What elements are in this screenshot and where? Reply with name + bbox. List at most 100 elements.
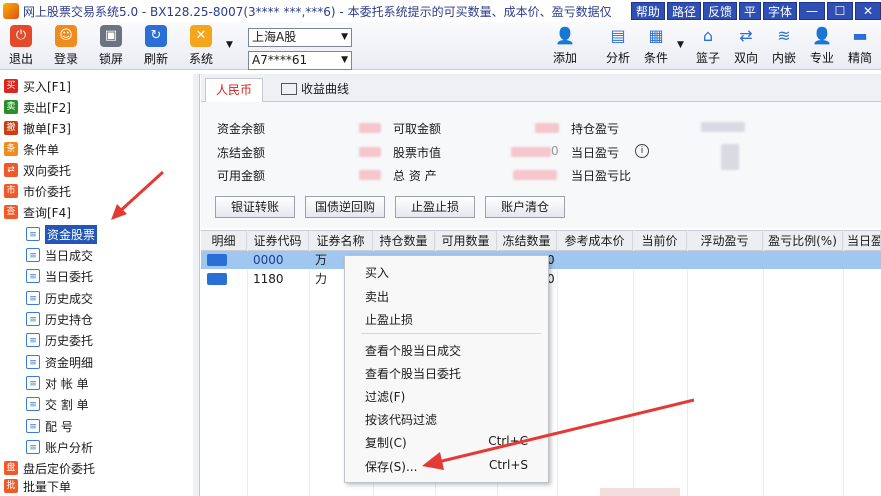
query-icon: 查 xyxy=(4,205,18,219)
col-qty[interactable]: 持仓数量 xyxy=(373,231,435,251)
menu-item-save[interactable]: 保存(S)... xyxy=(365,458,417,475)
label-available: 可用金额 xyxy=(217,169,266,183)
tree-item-buy[interactable]: 买 买入[F1] xyxy=(4,76,71,96)
condition-dropdown-icon[interactable]: ▼ xyxy=(677,40,684,50)
bank-transfer-button[interactable]: 银证转账 xyxy=(215,196,295,218)
menu-item-filter[interactable]: 过滤(F) xyxy=(365,388,405,405)
after-hours-icon: 盘 xyxy=(4,461,18,475)
col-detail[interactable]: 明细 xyxy=(201,231,247,251)
system-button[interactable]: ✕ 系统 xyxy=(184,25,218,67)
doc-icon: ≡ xyxy=(26,355,40,369)
tree-item-history-deals[interactable]: ≡ 历史成交 xyxy=(26,288,93,308)
font-button[interactable]: 字体 xyxy=(762,2,797,20)
close-button[interactable]: ✕ xyxy=(855,2,881,20)
chevron-down-icon: ▼ xyxy=(341,55,348,65)
menu-item-buy[interactable]: 买入 xyxy=(365,264,389,281)
maximize-button[interactable]: ☐ xyxy=(827,2,853,20)
add-user-icon: 👤 xyxy=(555,26,575,45)
market-select[interactable]: 上海A股 ▼ xyxy=(248,28,352,47)
refresh-icon: ↻ xyxy=(145,25,167,47)
tree-item-condition[interactable]: 条 条件单 xyxy=(4,139,59,159)
available-value xyxy=(359,170,381,180)
tree-item-history-positions[interactable]: ≡ 历史持仓 xyxy=(26,309,93,329)
balance-value xyxy=(359,123,381,133)
condition-icon: ▦ xyxy=(648,26,664,45)
simple-button[interactable]: ▬ 精简 xyxy=(840,26,880,66)
market-order-icon: 市 xyxy=(4,184,18,198)
exit-button[interactable]: ⏻ 退出 xyxy=(4,25,38,67)
tree-item-funds-stocks[interactable]: ≡ 资金股票 xyxy=(26,224,98,244)
tree-item-two-way[interactable]: ⇄ 双向委托 xyxy=(4,160,71,180)
tree-item-cancel[interactable]: 撤 撤单[F3] xyxy=(4,118,71,138)
menu-item-copy[interactable]: 复制(C) xyxy=(365,434,407,451)
tree-item-sell[interactable]: 卖 卖出[F2] xyxy=(4,97,71,117)
tree-item-market-order[interactable]: 市 市价委托 xyxy=(4,181,71,201)
col-float-pl[interactable]: 浮动盈亏 xyxy=(687,231,763,251)
col-today-pl[interactable]: 当日盈 xyxy=(843,231,881,251)
doc-icon: ≡ xyxy=(26,248,40,262)
account-select[interactable]: A7****61 ▼ xyxy=(248,51,352,70)
help-button[interactable]: 帮助 xyxy=(630,2,665,20)
detail-icon[interactable] xyxy=(207,254,227,266)
col-price[interactable]: 当前价 xyxy=(633,231,687,251)
info-icon[interactable]: i xyxy=(635,144,649,158)
status-strip xyxy=(600,488,680,496)
tree-scrollbar[interactable] xyxy=(193,74,199,496)
tree-item-history-orders[interactable]: ≡ 历史委托 xyxy=(26,330,93,350)
tree-item-allotment[interactable]: ≡ 配 号 xyxy=(26,416,73,436)
pro-button[interactable]: 👤 专业 xyxy=(802,26,842,66)
menu-item-sell[interactable]: 卖出 xyxy=(365,288,389,305)
tab-profit-curve[interactable]: 收益曲线 xyxy=(271,78,359,102)
tree-item-delivery[interactable]: ≡ 交 割 单 xyxy=(26,394,89,414)
add-button[interactable]: 👤 添加 xyxy=(545,26,585,66)
tree-item-statement[interactable]: ≡ 对 帐 单 xyxy=(26,373,89,393)
simple-mode-icon: ▬ xyxy=(852,26,868,45)
detail-icon[interactable] xyxy=(207,273,227,285)
menu-item-view-deals[interactable]: 查看个股当日成交 xyxy=(365,342,461,359)
col-frozen[interactable]: 冻结数量 xyxy=(497,231,557,251)
tree-item-account-analysis[interactable]: ≡ 账户分析 xyxy=(26,437,93,457)
feedback-button[interactable]: 反馈 xyxy=(702,2,737,20)
stop-loss-button[interactable]: 止盈止损 xyxy=(395,196,475,218)
condition-button[interactable]: ▦ 条件 xyxy=(636,26,676,66)
total-assets-value xyxy=(513,170,557,180)
withdrawable-value xyxy=(535,123,559,133)
col-pl-ratio[interactable]: 盈亏比例(%) xyxy=(763,231,843,251)
fund-summary-panel: 资金余额 冻结金额 可用金额 可取金额 股票市值 总 资 产 0 持仓盈亏 当日… xyxy=(201,102,881,228)
tree-item-batch[interactable]: 批 批量下单 xyxy=(4,479,71,493)
tab-rmb[interactable]: 人民币 xyxy=(205,78,264,102)
menu-item-stop-loss[interactable]: 止盈止损 xyxy=(365,311,413,328)
analysis-button[interactable]: ▤ 分析 xyxy=(598,26,638,66)
lock-screen-button[interactable]: ▣ 锁屏 xyxy=(94,25,128,67)
doc-icon: ≡ xyxy=(26,312,40,326)
doc-icon: ≡ xyxy=(26,227,40,241)
tree-item-fund-detail[interactable]: ≡ 资金明细 xyxy=(26,352,93,372)
embed-button[interactable]: ≋ 内嵌 xyxy=(764,26,804,66)
basket-button[interactable]: ⌂ 篮子 xyxy=(688,26,728,66)
annotation-arrow-left xyxy=(111,170,165,220)
tree-item-today-deals[interactable]: ≡ 当日成交 xyxy=(26,245,93,265)
two-way-button[interactable]: ⇄ 双向 xyxy=(726,26,766,66)
col-name[interactable]: 证券名称 xyxy=(309,231,373,251)
window-title: 网上股票交易系统5.0 - BX128.25-8007(3**** ***,**… xyxy=(23,4,612,19)
col-available[interactable]: 可用数量 xyxy=(435,231,497,251)
tree-item-after-hours[interactable]: 盘 盘后定价委托 xyxy=(4,458,95,478)
login-button[interactable]: ☺ 登录 xyxy=(49,25,83,67)
condition-icon: 条 xyxy=(4,142,18,156)
tree-item-today-orders[interactable]: ≡ 当日委托 xyxy=(26,266,93,286)
doc-icon: ≡ xyxy=(26,376,40,390)
label-balance: 资金余额 xyxy=(217,122,266,136)
clear-positions-button[interactable]: 账户清仓 xyxy=(485,196,565,218)
label-withdrawable: 可取金额 xyxy=(393,122,442,136)
col-code[interactable]: 证券代码 xyxy=(247,231,309,251)
col-cost[interactable]: 参考成本价 xyxy=(557,231,633,251)
chevron-down-icon: ▼ xyxy=(341,32,348,42)
reverse-repo-button[interactable]: 国债逆回购 xyxy=(305,196,385,218)
minimize-button[interactable]: — xyxy=(799,2,825,20)
path-button[interactable]: 路径 xyxy=(666,2,701,20)
tree-item-query[interactable]: 查 查询[F4] xyxy=(4,202,71,222)
pin-button[interactable]: 平 xyxy=(738,2,761,20)
refresh-button[interactable]: ↻ 刷新 xyxy=(139,25,173,67)
menu-item-view-orders[interactable]: 查看个股当日委托 xyxy=(365,365,461,382)
system-dropdown-icon[interactable]: ▼ xyxy=(226,40,233,50)
